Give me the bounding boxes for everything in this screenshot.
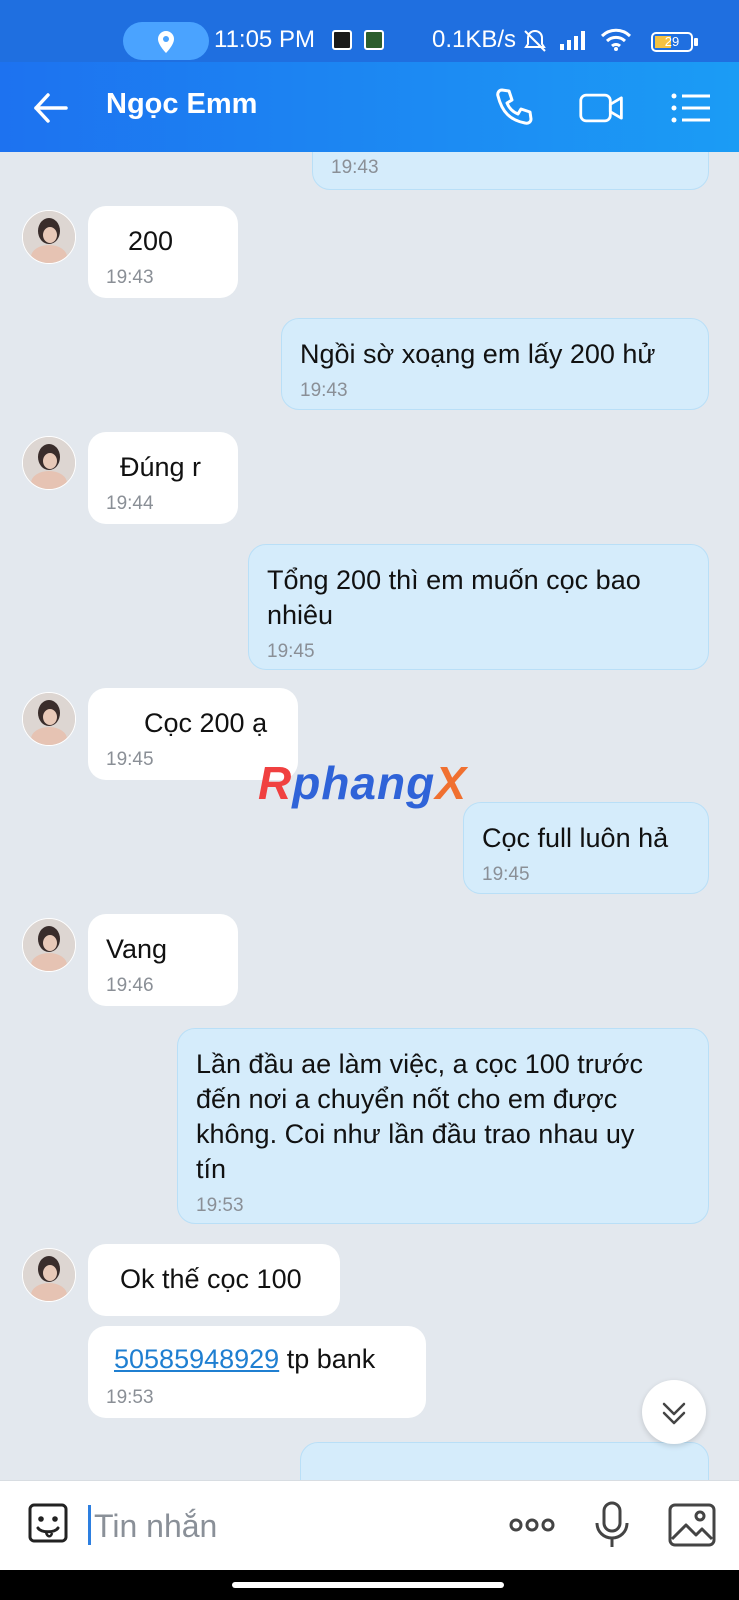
status-time: 11:05 PM bbox=[214, 26, 315, 53]
message-time: 19:43 bbox=[331, 157, 379, 178]
battery-level: 29 bbox=[664, 34, 680, 49]
message-input[interactable] bbox=[92, 1501, 496, 1551]
message-text-line: Tổng 200 thì em muốn cọc bao bbox=[267, 565, 641, 595]
message-text: Cọc full luôn hả bbox=[482, 823, 669, 853]
watermark: RphangX bbox=[258, 757, 467, 809]
network-speed: 0.1KB/s bbox=[432, 26, 517, 53]
message-text-line: đến nơi a chuyển nốt cho em được bbox=[196, 1084, 618, 1114]
message-list[interactable]: 19:43 200 19:43 Ngồi sờ xoạng em lấy 200… bbox=[0, 152, 739, 1480]
scroll-to-bottom-button[interactable] bbox=[642, 1380, 706, 1444]
home-indicator[interactable] bbox=[232, 1582, 504, 1588]
avatar[interactable] bbox=[22, 210, 76, 264]
message-bubble-incoming[interactable]: Đúng r 19:44 bbox=[88, 432, 238, 524]
message-bubble-incoming[interactable]: 200 19:43 bbox=[88, 206, 238, 298]
message-text-line: Lần đầu ae làm việc, a cọc 100 trước bbox=[196, 1049, 644, 1079]
text-cursor bbox=[88, 1505, 91, 1545]
account-number-link[interactable]: 50585948929 bbox=[114, 1344, 279, 1374]
video-camera-icon[interactable] bbox=[578, 84, 626, 132]
back-arrow-icon[interactable] bbox=[28, 86, 72, 130]
message-time: 19:43 bbox=[106, 267, 154, 288]
mute-icon bbox=[524, 29, 546, 52]
bank-name-text: tp bank bbox=[279, 1344, 376, 1374]
message-time: 19:46 bbox=[106, 975, 154, 996]
status-bar: 11:05 PM 0.1KB/s 29 bbox=[0, 0, 739, 62]
avatar[interactable] bbox=[22, 1248, 76, 1302]
wifi-icon bbox=[600, 28, 632, 51]
system-nav-bar bbox=[0, 1570, 739, 1600]
message-text: Đúng r bbox=[120, 452, 202, 482]
contact-name[interactable]: Ngọc Emm bbox=[106, 88, 257, 121]
chevron-down-icon bbox=[662, 1402, 686, 1425]
message-bubble-outgoing[interactable]: Ngồi sờ xoạng em lấy 200 hử 19:43 bbox=[281, 318, 709, 410]
message-bubble-outgoing[interactable]: 19:43 bbox=[312, 152, 709, 190]
message-text-line: tín bbox=[196, 1154, 227, 1184]
chat-header: Ngọc Emm bbox=[0, 62, 739, 152]
app-notification-icon bbox=[364, 30, 384, 50]
phone-icon[interactable] bbox=[490, 84, 538, 132]
message-text: 50585948929 tp bank bbox=[114, 1342, 375, 1377]
message-text: Ngồi sờ xoạng em lấy 200 hử bbox=[300, 339, 656, 369]
app-notification-icon bbox=[332, 30, 352, 50]
message-text: 200 bbox=[128, 226, 174, 256]
battery-tip bbox=[694, 38, 698, 46]
battery-icon: 29 bbox=[651, 32, 693, 52]
avatar[interactable] bbox=[22, 692, 76, 746]
message-bubble-outgoing[interactable]: Lần đầu ae làm việc, a cọc 100 trước đến… bbox=[177, 1028, 709, 1224]
message-time: 19:45 bbox=[482, 864, 530, 885]
message-time: 19:43 bbox=[300, 380, 348, 401]
message-bubble-outgoing[interactable]: Tổng 200 thì em muốn cọc bao nhiêu 19:45 bbox=[248, 544, 709, 670]
sticker-emoji-icon[interactable] bbox=[22, 1499, 74, 1551]
message-bubble-incoming[interactable]: Ok thế cọc 100 bbox=[88, 1244, 340, 1316]
more-options-icon[interactable] bbox=[506, 1499, 558, 1551]
signal-icon bbox=[560, 31, 585, 50]
message-time: 19:53 bbox=[196, 1195, 244, 1216]
message-bubble-outgoing[interactable] bbox=[300, 1442, 709, 1480]
message-time: 19:45 bbox=[106, 749, 154, 770]
message-input-bar bbox=[0, 1480, 739, 1571]
message-bubble-incoming[interactable]: Vang 19:46 bbox=[88, 914, 238, 1006]
location-icon bbox=[158, 31, 174, 53]
avatar[interactable] bbox=[22, 436, 76, 490]
message-text: Cọc 200 ạ bbox=[144, 708, 268, 738]
message-text-line: không. Coi như lần đầu trao nhau uy bbox=[196, 1119, 635, 1149]
location-pill bbox=[123, 22, 209, 60]
message-text-line: nhiêu bbox=[267, 600, 334, 630]
menu-list-icon[interactable] bbox=[668, 84, 716, 132]
message-bubble-incoming[interactable]: 50585948929 tp bank 19:53 bbox=[88, 1326, 426, 1418]
message-time: 19:45 bbox=[267, 641, 315, 662]
message-time: 19:44 bbox=[106, 493, 154, 514]
message-bubble-outgoing[interactable]: Cọc full luôn hả 19:45 bbox=[463, 802, 709, 894]
image-gallery-icon[interactable] bbox=[666, 1499, 718, 1551]
avatar[interactable] bbox=[22, 918, 76, 972]
message-text: Ok thế cọc 100 bbox=[120, 1264, 302, 1294]
message-text: Vang bbox=[106, 934, 168, 964]
message-time: 19:53 bbox=[106, 1387, 154, 1408]
microphone-icon[interactable] bbox=[586, 1499, 638, 1551]
